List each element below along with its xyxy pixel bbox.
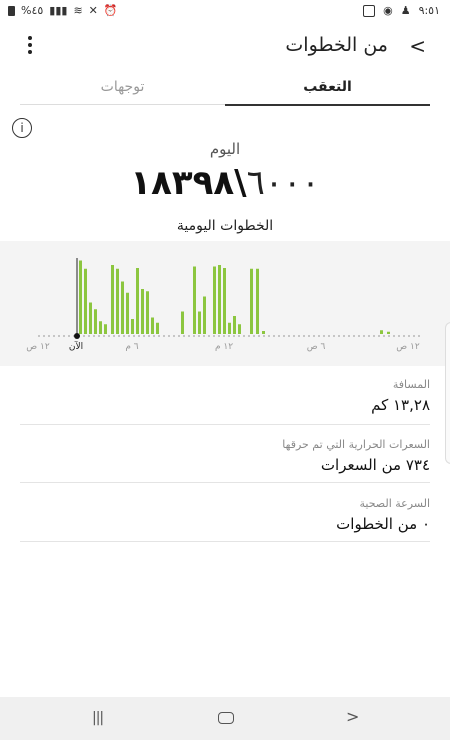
status-right: ◉ ♟ ٩:٥١ (363, 4, 440, 17)
page-title: من الخطوات (285, 34, 388, 56)
chart-bar (156, 322, 159, 334)
status-time: ٩:٥١ (418, 4, 440, 17)
chart-bar (121, 281, 124, 334)
more-vertical-icon[interactable] (28, 36, 34, 57)
hourly-steps-chart[interactable]: ١٢ ص ٦ ص ١٢ م ٦ م الآن ١٢ ص (0, 241, 450, 366)
chart-bar (116, 268, 119, 334)
status-left: %٤٥ ▮▮▮ ≋ ✕ ⏰ (8, 4, 118, 17)
chart-bar (223, 268, 226, 334)
whatsapp-icon: ◉ (383, 4, 393, 17)
chart-now-marker (74, 333, 80, 339)
distance-label: المسافة (392, 378, 430, 391)
calories-row: السعرات الحرارية التي تم حرقها ٧٣٤ من ال… (20, 434, 430, 483)
status-bar: %٤٥ ▮▮▮ ≋ ✕ ⏰ ◉ ♟ ٩:٥١ (0, 0, 450, 24)
healthy-pace-label: السرعة الصحية (359, 497, 430, 510)
steps-value: ١٨٣٩٨ (130, 163, 235, 203)
battery-percent: %٤٥ (21, 4, 44, 17)
chart-bar (181, 311, 184, 334)
battery-icon (8, 5, 15, 16)
notification-box-icon (363, 4, 376, 17)
steps-separator: \ (234, 163, 247, 203)
app-header: من الخطوات < (0, 30, 450, 62)
chart-x-label: ٦ م (125, 342, 138, 352)
alarm-icon: ⏰ (103, 4, 118, 17)
person-icon: ♟ (400, 4, 411, 17)
navigation-bar: ||| > (0, 697, 450, 740)
chart-bar (79, 260, 82, 334)
chart-bar (89, 302, 92, 334)
info-icon[interactable]: i (12, 118, 32, 138)
steps-count: ٦٠٠٠\١٨٣٩٨ (0, 163, 450, 203)
chart-bar (126, 292, 129, 334)
wifi-icon: ≋ (73, 4, 83, 17)
chart-bar (203, 296, 206, 334)
tab-bar: التعقب توجهات (20, 72, 430, 106)
chart-bar (233, 316, 236, 334)
chart-bar (198, 311, 201, 334)
tab-trends[interactable]: توجهات (20, 72, 225, 105)
chart-bar (94, 309, 97, 334)
healthy-pace-value: ٠ من الخطوات (336, 515, 430, 533)
today-label: اليوم (209, 140, 241, 158)
healthy-pace-row: السرعة الصحية ٠ من الخطوات (20, 493, 430, 542)
chart-x-label: ١٢ ص (396, 342, 420, 352)
chart-bar (380, 330, 383, 334)
chart-x-label: ١٢ م (215, 342, 233, 352)
distance-row: المسافة ١٣,٢٨ كم (20, 376, 430, 425)
chart-bar (136, 268, 139, 334)
chart-bar (99, 321, 102, 334)
chart-bar (141, 289, 144, 334)
steps-goal: ٦٠٠٠ (246, 163, 320, 203)
chart-bar (151, 317, 154, 334)
chart-x-label: الآن (69, 340, 83, 352)
chart-x-label: ١٢ ص (26, 342, 50, 352)
signal-icon: ▮▮▮ (49, 4, 68, 17)
chart-bar (250, 268, 253, 334)
calories-value: ٧٣٤ من السعرات (320, 456, 430, 474)
chevron-left-icon[interactable]: < (409, 34, 426, 58)
chart-bar (228, 322, 231, 334)
chart-bar (218, 265, 221, 334)
chart-bar (131, 319, 134, 334)
chart-bar (213, 266, 216, 334)
chart-bar (238, 324, 241, 334)
chart-bar (146, 291, 149, 334)
daily-steps-caption: الخطوات اليومية (176, 218, 274, 234)
chart-bar (387, 331, 390, 334)
chart-x-label: ٦ ص (307, 342, 326, 352)
distance-value: ١٣,٢٨ كم (371, 396, 430, 414)
calories-label: السعرات الحرارية التي تم حرقها (282, 438, 430, 451)
recent-apps-icon[interactable]: ||| (92, 710, 104, 726)
home-icon[interactable] (218, 712, 234, 724)
back-nav-icon[interactable]: > (346, 707, 359, 726)
chart-bar (256, 268, 259, 334)
mute-icon: ✕ (88, 4, 98, 17)
edge-panel-handle[interactable] (445, 322, 450, 464)
chart-svg: ١٢ ص ٦ ص ١٢ م ٦ م الآن ١٢ ص (26, 258, 420, 352)
tab-tracker[interactable]: التعقب (225, 72, 430, 106)
chart-bar (84, 268, 87, 334)
chart-bar (104, 324, 107, 334)
chart-bar (111, 265, 114, 334)
chart-bar (193, 266, 196, 334)
chart-bar (262, 331, 265, 334)
